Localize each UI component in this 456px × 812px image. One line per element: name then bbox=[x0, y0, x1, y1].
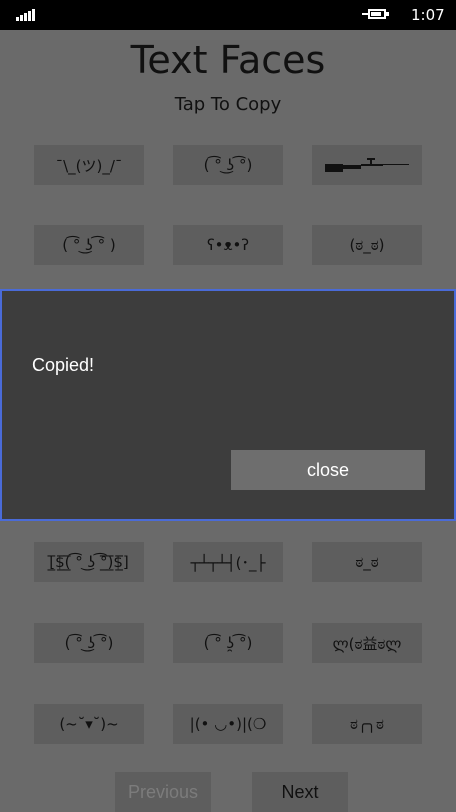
face-button[interactable]: ( ͡° ʖ̯ ͡°) bbox=[173, 623, 283, 663]
dialog-message: Copied! bbox=[32, 355, 95, 375]
close-button[interactable]: close bbox=[231, 450, 425, 490]
face-button[interactable]: |(• ◡•)|(❍ bbox=[173, 704, 283, 744]
page-subtitle: Tap To Copy bbox=[174, 94, 282, 115]
face-button[interactable]: ¯\_(ツ)_/¯ bbox=[34, 145, 144, 185]
face-button[interactable]: (~˘▾˘)~ bbox=[34, 704, 144, 744]
face-button[interactable]: ლ(ಠ益ಠლ bbox=[312, 623, 422, 663]
copied-dialog: Copied! close bbox=[0, 289, 456, 521]
next-button[interactable]: Next bbox=[252, 772, 348, 812]
face-button[interactable]: [̲̅$̲̅(̲̅ ͡° ͜ʖ ͡°̲̅)̲̅$̲̅] bbox=[34, 542, 144, 582]
face-button[interactable]: ಠ╭╮ಠ bbox=[312, 704, 422, 744]
face-button-gun[interactable] bbox=[312, 145, 422, 185]
face-button[interactable]: ( ͡° ͜ʖ ͡° ) bbox=[34, 225, 144, 265]
gun-art-icon bbox=[325, 155, 409, 175]
face-button[interactable]: ( ͡° ͜ʖ ͡°) bbox=[173, 145, 283, 185]
status-time: 1:07 bbox=[411, 6, 445, 24]
face-button[interactable]: ┬┴┬┴┤(･_├ bbox=[173, 542, 283, 582]
face-button[interactable]: ( ͡° ͜ʖ ͡°) bbox=[34, 623, 144, 663]
face-button[interactable]: ʕ•ᴥ•ʔ bbox=[173, 225, 283, 265]
previous-button[interactable]: Previous bbox=[115, 772, 211, 812]
face-button[interactable]: (ಠ_ಠ) bbox=[312, 225, 422, 265]
face-button[interactable]: ಠ_ಠ bbox=[312, 542, 422, 582]
page-title: Text Faces bbox=[130, 38, 326, 82]
battery-charging-icon bbox=[362, 8, 392, 22]
status-bar: 1:07 bbox=[0, 0, 456, 30]
signal-icon bbox=[16, 9, 36, 21]
